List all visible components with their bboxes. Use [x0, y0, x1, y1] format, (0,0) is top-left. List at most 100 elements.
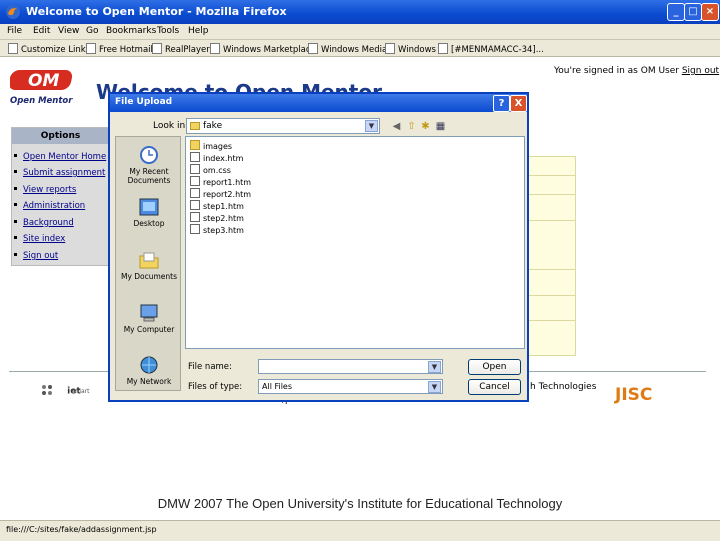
- list-item[interactable]: report2.htm: [190, 188, 251, 199]
- signed-in-status: You're signed in as OM User Sign out: [554, 66, 719, 76]
- look-in-select[interactable]: fake ▼: [186, 118, 380, 134]
- nav-item-site-index[interactable]: Site index: [14, 234, 65, 244]
- page-icon: [308, 43, 318, 54]
- assignment-form-table: [528, 156, 576, 356]
- list-item[interactable]: images: [190, 140, 232, 151]
- menu-bookmarks[interactable]: Bookmarks: [106, 26, 156, 36]
- place-my-computer[interactable]: My Computer: [116, 303, 182, 334]
- link-free-hotmail[interactable]: Free Hotmail: [86, 43, 153, 55]
- chevron-down-icon[interactable]: ▼: [365, 120, 378, 132]
- iet-logo-dots: [42, 385, 52, 395]
- place-my-documents[interactable]: My Documents: [116, 250, 182, 281]
- back-icon[interactable]: ◀: [391, 121, 402, 132]
- view-menu-icon[interactable]: ▦: [435, 121, 446, 132]
- menu-view[interactable]: View: [58, 26, 79, 36]
- page-icon: [210, 43, 220, 54]
- place-desktop[interactable]: Desktop: [116, 197, 182, 228]
- file-upload-dialog: File Upload ? X Look in: fake ▼ ◀ ⇧ ✱ ▦ …: [108, 92, 529, 402]
- my-network-icon: [140, 356, 158, 374]
- nav-item-label: Open Mentor Home: [23, 152, 107, 162]
- maximize-button[interactable]: □: [684, 3, 702, 21]
- link-realplayer[interactable]: RealPlayer: [152, 43, 210, 55]
- place-label: My Network: [126, 377, 172, 386]
- link-windows-media[interactable]: Windows Media: [308, 43, 387, 55]
- file-list[interactable]: images index.htm om.css report1.htm repo…: [185, 136, 525, 349]
- menu-edit[interactable]: Edit: [33, 26, 50, 36]
- nav-item-label: Submit assignment: [23, 168, 106, 178]
- list-item[interactable]: index.htm: [190, 152, 243, 163]
- file-name: step3.htm: [203, 226, 244, 235]
- link-bug-report[interactable]: [#MENMAMACC-34]...: [438, 43, 544, 55]
- dialog-title: File Upload: [115, 97, 173, 107]
- link-customize-links[interactable]: Customize Links: [8, 43, 90, 55]
- file-name: index.htm: [203, 154, 244, 163]
- folder-icon: [190, 122, 200, 130]
- link-label: Windows: [398, 45, 436, 55]
- file-name-input[interactable]: ▼: [258, 359, 443, 374]
- link-windows[interactable]: Windows: [385, 43, 436, 55]
- nav-item-background[interactable]: Background: [14, 218, 74, 228]
- place-label: Desktop: [133, 219, 165, 228]
- sign-out-link[interactable]: Sign out: [682, 66, 719, 76]
- file-name: step1.htm: [203, 202, 244, 211]
- dialog-title-bar[interactable]: File Upload ? X: [110, 94, 527, 112]
- open-button[interactable]: Open: [468, 359, 521, 375]
- nav-item-label: Site index: [23, 234, 66, 244]
- place-label: My Computer: [123, 325, 175, 334]
- logo-text: Open Mentor: [10, 96, 73, 106]
- nav-item-view-reports[interactable]: View reports: [14, 185, 76, 195]
- options-header: Options: [12, 128, 109, 144]
- close-window-button[interactable]: ×: [701, 3, 719, 21]
- bullet-icon: [14, 170, 17, 173]
- page-icon: [152, 43, 162, 54]
- bullet-icon: [14, 203, 17, 206]
- nav-item-submit-assignment[interactable]: Submit assignment: [14, 168, 105, 178]
- window-title: Welcome to Open Mentor - Mozilla Firefox: [26, 5, 287, 18]
- list-item[interactable]: step3.htm: [190, 224, 244, 235]
- link-label: Windows Media: [321, 45, 388, 55]
- list-item[interactable]: om.css: [190, 164, 231, 175]
- chevron-down-icon[interactable]: ▼: [428, 361, 441, 373]
- menu-help[interactable]: Help: [188, 26, 209, 36]
- place-my-network[interactable]: My Network: [116, 355, 182, 386]
- list-item[interactable]: step1.htm: [190, 200, 244, 211]
- nav-item-home[interactable]: Open Mentor Home: [14, 152, 106, 162]
- menu-go[interactable]: Go: [86, 26, 98, 36]
- menu-file[interactable]: File: [7, 26, 22, 36]
- minimize-button[interactable]: _: [667, 3, 685, 21]
- file-name: om.css: [203, 166, 231, 175]
- menu-tools[interactable]: Tools: [157, 26, 179, 36]
- help-button[interactable]: ?: [493, 95, 510, 112]
- place-recent-documents[interactable]: My Recent Documents: [116, 145, 182, 185]
- page-icon: [8, 43, 18, 54]
- dialog-close-button[interactable]: X: [510, 95, 527, 112]
- my-documents-icon: [139, 252, 159, 269]
- place-label: My Documents: [120, 272, 178, 281]
- table-row: [529, 296, 575, 321]
- up-folder-icon[interactable]: ⇧: [406, 121, 417, 132]
- link-windows-marketplace[interactable]: Windows Marketplace: [210, 43, 316, 55]
- link-label: Windows Marketplace: [223, 45, 316, 55]
- menu-bar: File Edit View Go Bookmarks Tools Help: [0, 24, 720, 40]
- browser-title-bar[interactable]: Welcome to Open Mentor - Mozilla Firefox…: [0, 0, 720, 24]
- nav-item-sign-out[interactable]: Sign out: [14, 251, 58, 261]
- status-bar: file:///C:/sites/fake/addassignment.jsp: [0, 520, 720, 541]
- bullet-icon: [14, 187, 17, 190]
- open-mentor-logo[interactable]: OM Open Mentor: [8, 68, 80, 108]
- file-icon: [190, 188, 200, 198]
- link-label: [#MENMAMACC-34]...: [451, 45, 544, 55]
- files-of-type-value: All Files: [262, 382, 293, 391]
- logo-mark-text: OM: [28, 71, 59, 91]
- cancel-button[interactable]: Cancel: [468, 379, 521, 395]
- files-of-type-select[interactable]: All Files ▼: [258, 379, 443, 394]
- nav-item-administration[interactable]: Administration: [14, 201, 85, 211]
- new-folder-icon[interactable]: ✱: [420, 121, 431, 132]
- nav-item-label: View reports: [23, 185, 77, 195]
- partner-text: h Technologies: [530, 382, 597, 392]
- list-item[interactable]: report1.htm: [190, 176, 251, 187]
- bullet-icon: [14, 253, 17, 256]
- list-item[interactable]: step2.htm: [190, 212, 244, 223]
- table-row: [529, 176, 575, 195]
- file-icon: [190, 212, 200, 222]
- chevron-down-icon[interactable]: ▼: [428, 381, 441, 393]
